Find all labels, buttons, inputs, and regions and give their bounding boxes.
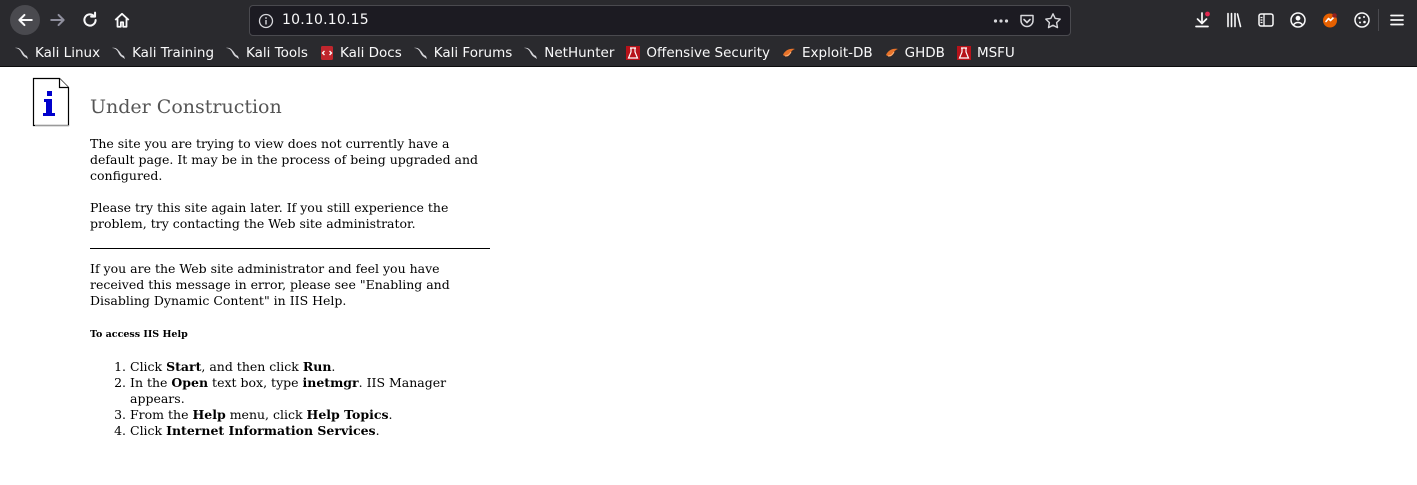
library-button[interactable] <box>1218 10 1250 30</box>
bookmark-label: Kali Training <box>132 45 215 61</box>
cookie-icon <box>1354 12 1370 28</box>
exploitdb-icon <box>781 45 797 61</box>
back-button[interactable] <box>10 5 40 35</box>
paragraph-admin-info: If you are the Web site administrator an… <box>90 261 450 308</box>
url-text[interactable]: 10.10.10.15 <box>282 12 369 28</box>
downloads-button[interactable] <box>1186 10 1218 30</box>
account-button[interactable] <box>1282 10 1314 30</box>
browser-toolbar: 10.10.10.15 <box>0 0 1417 40</box>
kali-dragon-icon <box>14 45 30 61</box>
home-icon <box>114 12 130 28</box>
arrow-right-icon <box>50 13 65 27</box>
bookmark-label: Kali Linux <box>35 45 101 61</box>
extension-button[interactable] <box>1314 10 1346 30</box>
offsec-icon <box>956 45 972 61</box>
url-bar[interactable]: 10.10.10.15 <box>249 5 1071 36</box>
page-title: Under Construction <box>90 96 282 118</box>
kali-dragon-icon <box>111 45 127 61</box>
info-icon[interactable] <box>258 13 274 29</box>
exploitdb-icon <box>884 45 900 61</box>
bookmark-label: GHDB <box>904 45 945 61</box>
kali-docs-icon <box>319 45 335 61</box>
bookmark-label: Kali Forums <box>433 45 513 61</box>
bookmark-kali-docs[interactable]: Kali Docs <box>319 42 402 64</box>
bookmark-kali-tools[interactable]: Kali Tools <box>225 42 308 64</box>
kali-dragon-icon <box>413 45 429 61</box>
toolbar-separator <box>1378 9 1379 31</box>
bookmark-nethunter[interactable]: NetHunter <box>523 42 614 64</box>
page-content: Under Construction The site you are tryi… <box>0 67 1417 485</box>
page-actions <box>992 12 1062 30</box>
bookmark-exploit-db[interactable]: Exploit-DB <box>781 42 873 64</box>
star-icon <box>1045 13 1061 29</box>
paragraph-default-page: The site you are trying to view does not… <box>90 136 479 183</box>
arrow-left-icon <box>18 13 33 27</box>
help-heading: To access IIS Help <box>90 329 188 340</box>
extension-icon <box>1323 13 1337 28</box>
bookmark-label: NetHunter <box>544 45 615 61</box>
kali-dragon-icon <box>523 45 539 61</box>
bookmark-offensive-security[interactable]: Offensive Security <box>625 42 770 64</box>
offsec-icon <box>625 45 641 61</box>
bookmark-label: Kali Tools <box>246 45 308 61</box>
help-step: Click Internet Information Services. <box>130 423 490 439</box>
help-step: From the Help menu, click Help Topics. <box>130 407 490 423</box>
reload-button[interactable] <box>75 5 105 35</box>
forward-button[interactable] <box>43 5 73 35</box>
sidebar-icon <box>1258 13 1274 27</box>
bookmarks-toolbar: Kali Linux Kali Training Kali Tools Kali… <box>0 40 1417 66</box>
help-step: Click Start, and then click Run. <box>130 359 490 375</box>
open-menu-button[interactable] <box>1386 10 1408 30</box>
home-button[interactable] <box>107 5 137 35</box>
library-icon <box>1227 12 1242 28</box>
bookmark-kali-linux[interactable]: Kali Linux <box>14 42 100 64</box>
bookmark-ghdb[interactable]: GHDB <box>884 42 945 64</box>
bookmark-label: Exploit-DB <box>802 45 873 61</box>
account-icon <box>1290 12 1306 28</box>
bookmark-msfu[interactable]: MSFU <box>956 42 1015 64</box>
info-document-icon <box>32 77 70 127</box>
help-steps-list: Click Start, and then click Run. In the … <box>90 359 490 439</box>
horizontal-rule <box>90 248 490 249</box>
help-step: In the Open text box, type inetmgr. IIS … <box>130 375 490 407</box>
paragraph-try-later: Please try this site again later. If you… <box>90 200 449 231</box>
bookmark-kali-forums[interactable]: Kali Forums <box>413 42 513 64</box>
bookmark-star-button[interactable] <box>1044 12 1062 30</box>
bookmark-label: Offensive Security <box>646 45 770 61</box>
pocket-button[interactable] <box>1018 12 1036 30</box>
download-icon <box>1195 11 1210 28</box>
bookmark-kali-training[interactable]: Kali Training <box>111 42 214 64</box>
bookmark-label: Kali Docs <box>339 45 402 61</box>
message-body: The site you are trying to view does not… <box>90 136 490 439</box>
hamburger-menu-icon <box>1390 14 1404 26</box>
bookmark-label: MSFU <box>976 45 1015 61</box>
more-horizontal-icon <box>993 19 1009 23</box>
kali-dragon-icon <box>225 45 241 61</box>
pocket-icon <box>1020 14 1034 28</box>
cookie-extension-button[interactable] <box>1346 10 1378 30</box>
toolbar-right-icons <box>1186 10 1378 30</box>
page-actions-menu-button[interactable] <box>992 12 1010 30</box>
sidebar-button[interactable] <box>1250 10 1282 30</box>
reload-icon <box>83 11 97 27</box>
